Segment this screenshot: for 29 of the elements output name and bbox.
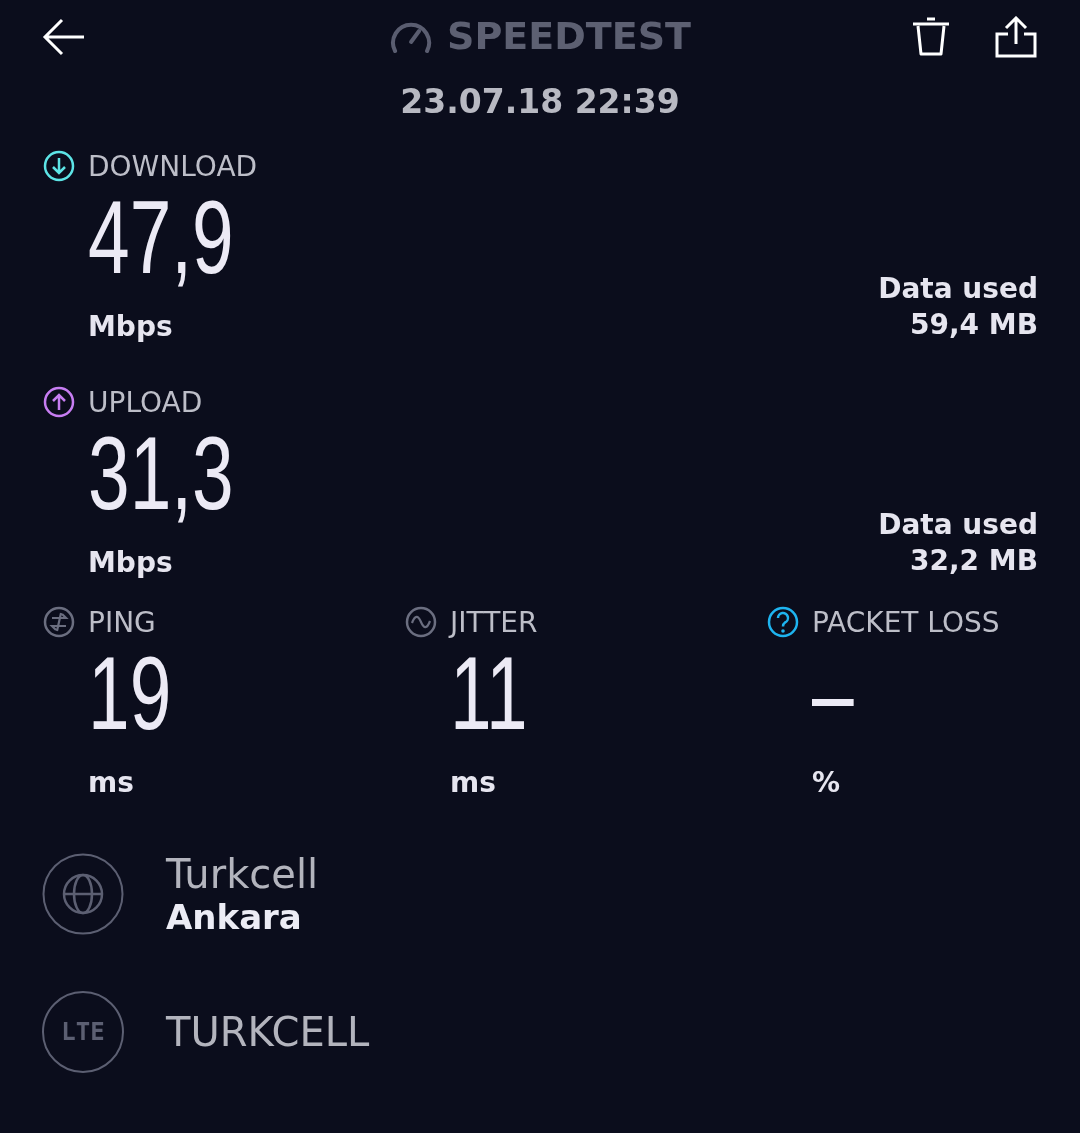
share-button[interactable]: [994, 16, 1038, 58]
speed-value: 31,3: [88, 419, 234, 527]
network-type-badge: LTE: [42, 991, 124, 1073]
metric-label: UPLOAD: [88, 385, 203, 419]
metric-value: 19: [88, 639, 172, 747]
globe-icon: [42, 853, 124, 935]
metric-value: –: [812, 639, 854, 747]
metric-label: DOWNLOAD: [88, 149, 258, 183]
test-datetime: 23.07.18 22:39: [399, 82, 681, 121]
metric-value: 11: [450, 639, 528, 747]
data-used-value: 32,2 MB: [908, 543, 1038, 579]
speed-unit: Mbps: [88, 545, 174, 581]
metric-label: JITTER: [450, 605, 538, 639]
server-location: Ankara: [166, 897, 303, 937]
delete-button[interactable]: [910, 16, 952, 58]
metric-label: PACKET LOSS: [812, 605, 1000, 639]
metric-label: PING: [88, 605, 156, 639]
speed-unit: Mbps: [88, 309, 174, 345]
data-used-label: Data used: [878, 271, 1038, 307]
speed-value: 47,9: [88, 183, 234, 291]
metric-unit: ms: [450, 765, 497, 801]
app-title: SPEEDTEST: [447, 14, 691, 58]
back-button[interactable]: [42, 17, 86, 57]
server-provider: Turkcell: [166, 851, 319, 897]
metric-unit: %: [812, 765, 842, 801]
data-used-value: 59,4 MB: [908, 307, 1038, 343]
data-used-label: Data used: [878, 507, 1038, 543]
metric-unit: ms: [88, 765, 135, 801]
carrier-name: TURKCELL: [166, 1009, 370, 1055]
